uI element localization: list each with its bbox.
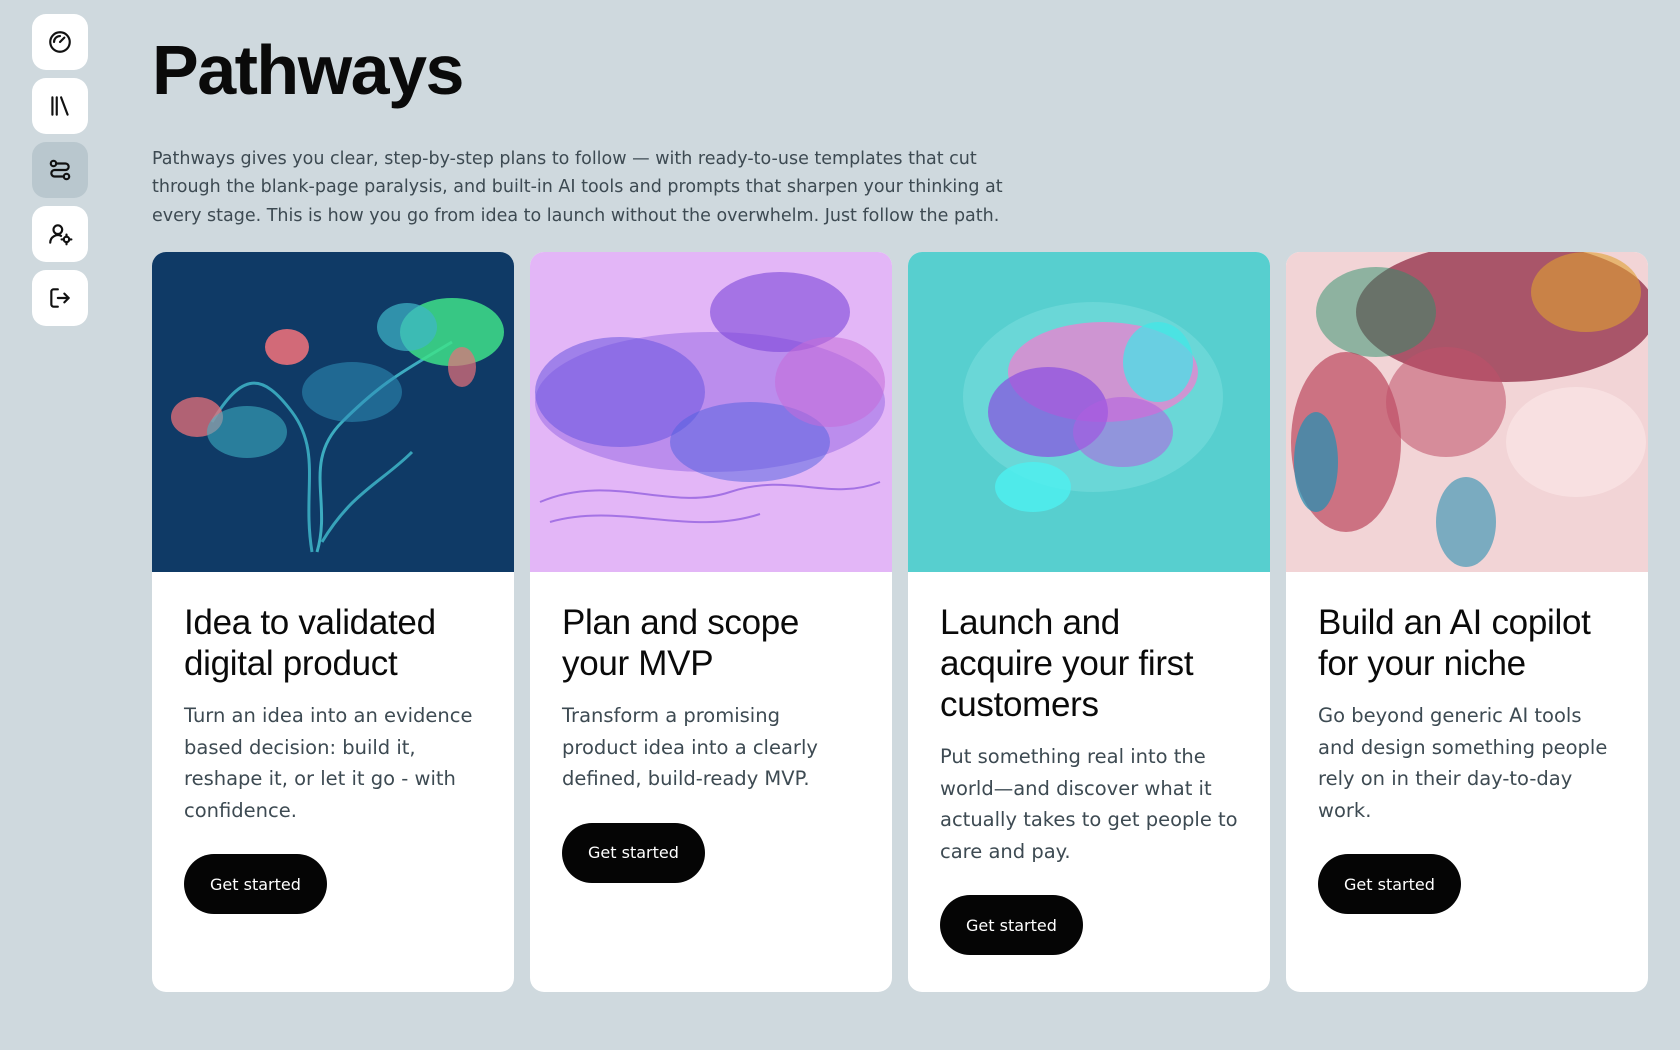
- nav-logout[interactable]: [32, 270, 88, 326]
- card-title: Plan and scope your MVP: [562, 603, 800, 683]
- nav-dashboard[interactable]: [32, 14, 88, 70]
- card-description: Put something real into the world—and di…: [940, 745, 1238, 863]
- pathway-card-idea[interactable]: Idea to validated digital product Turn a…: [152, 252, 514, 992]
- card-image: [530, 252, 892, 572]
- pathway-card-launch[interactable]: Launch and acquire your first customers …: [908, 252, 1270, 992]
- pathway-card-copilot[interactable]: Build an AI copilot for your niche Go be…: [1286, 252, 1648, 992]
- get-started-button[interactable]: Get started: [940, 895, 1083, 955]
- nav-pathways[interactable]: [32, 142, 88, 198]
- card-image: [1286, 252, 1648, 572]
- card-title: Build an AI copilot for your niche: [1318, 603, 1591, 683]
- page-description: Pathways gives you clear, step-by-step p…: [152, 148, 1003, 226]
- card-image: [152, 252, 514, 572]
- get-started-button[interactable]: Get started: [184, 854, 327, 914]
- pathway-card-mvp[interactable]: Plan and scope your MVP Transform a prom…: [530, 252, 892, 992]
- card-title: Idea to validated digital product: [184, 603, 436, 683]
- pathway-cards: Idea to validated digital product Turn a…: [152, 252, 1648, 992]
- nav-library[interactable]: [32, 78, 88, 134]
- card-description: Turn an idea into an evidence based deci…: [184, 704, 473, 822]
- get-started-button[interactable]: Get started: [1318, 854, 1461, 914]
- user-settings-icon: [49, 224, 73, 246]
- gauge-icon: [49, 31, 71, 53]
- library-icon: [51, 96, 69, 116]
- logout-icon: [50, 288, 70, 308]
- route-icon: [49, 159, 71, 181]
- card-title: Launch and acquire your first customers: [940, 603, 1194, 724]
- page-title: Pathways: [152, 31, 464, 109]
- card-image: [908, 252, 1270, 572]
- get-started-button[interactable]: Get started: [562, 822, 705, 883]
- sidebar: [32, 14, 88, 334]
- card-description: Transform a promising product idea into …: [562, 704, 818, 790]
- nav-account[interactable]: [32, 206, 88, 262]
- card-description: Go beyond generic AI tools and design so…: [1318, 704, 1608, 822]
